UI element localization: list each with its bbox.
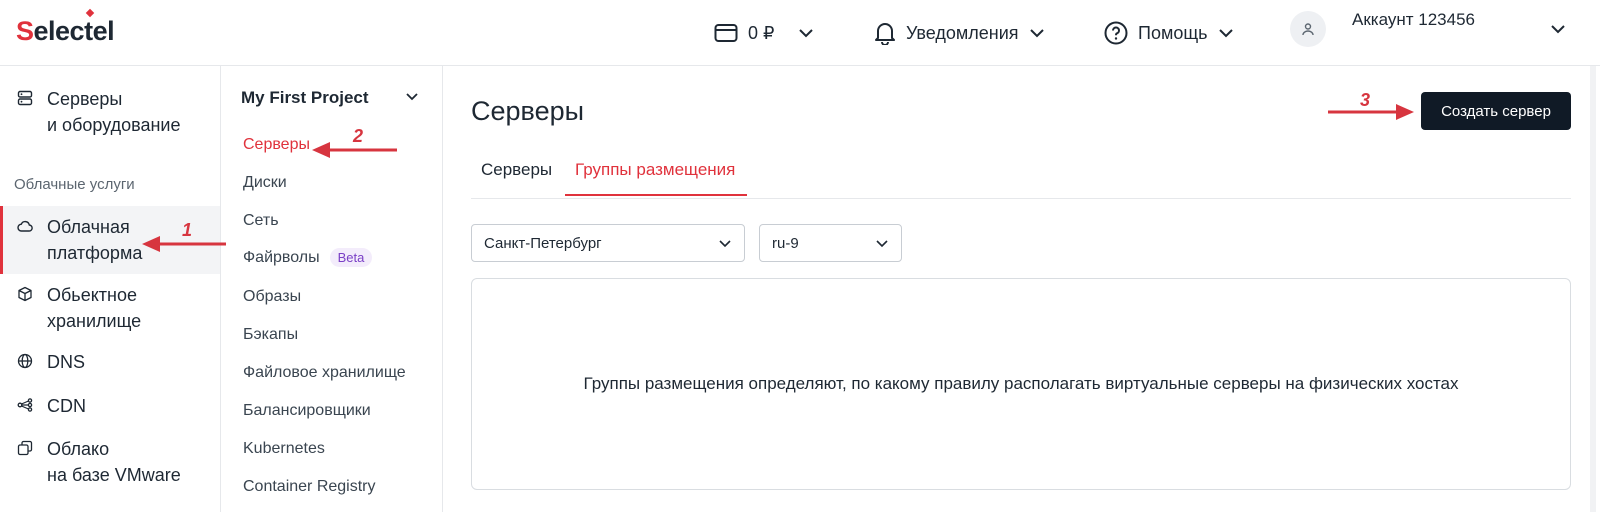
create-server-button[interactable]: Создать сервер [1421,92,1571,130]
account-menu[interactable]: Аккаунт 123456 [1290,10,1475,47]
empty-state: Группы размещения определяют, по какому … [471,278,1571,490]
subnav-item-network[interactable]: Сеть [243,212,279,230]
region-select-value: Санкт-Петербург [484,234,602,252]
subnav-item-label: Файрволы [243,248,320,266]
sidebar-item-label: Серверы и оборудование [47,89,181,135]
help-menu[interactable]: Помощь [1104,18,1234,48]
balance-value: 0 ₽ [748,22,775,43]
sidebar-item-vmware[interactable]: Облако на базе VMware [0,436,220,488]
pool-select-value: ru-9 [772,234,799,252]
chevron-down-icon [799,29,814,38]
question-icon [1104,21,1128,45]
vmware-icon [17,440,33,456]
subnav-item-servers[interactable]: Серверы [243,136,310,154]
selectel-logo[interactable]: Selectel [16,16,115,47]
subnav-item-disks[interactable]: Диски [243,174,287,192]
sidebar-item-label: CDN [47,396,86,416]
sidebar-item-label: DNS [47,352,86,372]
beta-badge: Beta [329,248,373,267]
subnav-item-backups[interactable]: Бэкапы [243,326,298,344]
main-content: Серверы Создать сервер Серверы Группы ра… [443,66,1600,512]
box-icon [18,286,32,302]
section-label: Облачные услуги [14,176,135,193]
scrollbar[interactable] [1590,66,1596,512]
chevron-down-icon [1218,29,1233,38]
notifications-menu[interactable]: Уведомления [874,18,1045,48]
pool-select[interactable]: ru-9 [759,224,902,262]
account-label: Аккаунт 123456 [1352,10,1475,29]
page-title: Серверы [471,96,585,126]
help-label: Помощь [1138,22,1208,43]
notifications-label: Уведомления [906,22,1019,43]
annotation-number-1: 1 [182,220,193,240]
card-icon [714,24,738,42]
network-icon [17,398,33,412]
subnav-item-firewalls[interactable]: Файрволы Beta [243,248,373,267]
server-icon [17,90,33,106]
sidebar-item-object-storage[interactable]: Обьектное хранилище [0,282,220,334]
balance-menu[interactable]: 0 ₽ [714,18,814,48]
sidebar-item-label: Обьектное хранилище [47,285,142,331]
subnav-item-file-storage[interactable]: Файловое хранилище [243,364,406,382]
chevron-down-icon[interactable] [405,92,419,101]
main-sidebar: Серверы и оборудование Облачные услуги Об… [0,66,221,512]
chevron-down-icon[interactable] [1550,24,1566,34]
subnav-item-images[interactable]: Образы [243,288,301,306]
avatar [1290,11,1326,47]
globe-icon [17,353,33,369]
cloud-icon [17,220,33,232]
subnav-item-container-registry[interactable]: Container Registry [243,478,376,496]
subnav-item-load-balancers[interactable]: Балансировщики [243,402,371,420]
project-selector[interactable]: My First Project [241,88,369,108]
user-icon [1302,23,1314,36]
sidebar-item-dns[interactable]: DNS [0,349,220,375]
project-sidebar: My First Project Серверы Диски Сеть Файр… [221,66,443,512]
sidebar-item-label: Облако на базе VMware [47,439,181,485]
top-header: Selectel 0 ₽ Уведомления Помощь Аккаунт … [0,0,1600,66]
chevron-down-icon [1029,29,1044,38]
empty-state-text: Группы размещения определяют, по какому … [583,374,1459,393]
annotation-number-3: 3 [1360,90,1371,110]
sidebar-item-cdn[interactable]: CDN [0,393,220,419]
bell-icon [875,23,895,45]
region-select[interactable]: Санкт-Петербург [471,224,745,262]
tab-placement-groups[interactable]: Группы размещения [565,160,748,196]
chevron-down-icon [876,239,888,247]
tab-servers[interactable]: Серверы [481,160,552,194]
sidebar-item-label: Облачная платформа [47,217,143,263]
chevron-down-icon [719,239,731,247]
subnav-item-kubernetes[interactable]: Kubernetes [243,440,325,458]
annotation-number-2: 2 [353,126,364,146]
tab-bar: Серверы Группы размещения [471,148,1571,199]
sidebar-item-servers[interactable]: Серверы и оборудование [0,86,220,138]
